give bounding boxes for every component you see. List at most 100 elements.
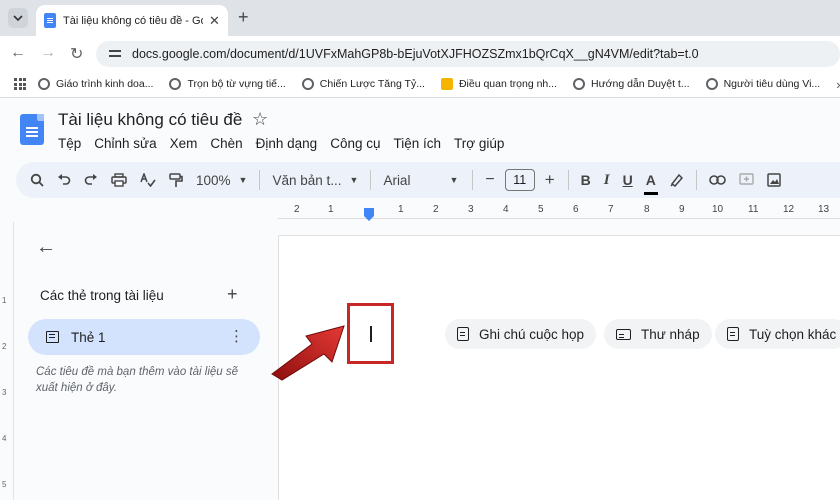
bold-button[interactable]: B — [581, 168, 591, 192]
document-tab-item[interactable]: Thẻ 1 ⋮ — [28, 319, 260, 355]
decrease-font-size-button[interactable]: − — [485, 168, 494, 192]
sidebar-heading: Các thẻ trong tài liệu — [40, 288, 164, 303]
ruler-number: 11 — [748, 204, 759, 215]
chip-label: Thư nháp — [641, 326, 700, 342]
more-options-icon[interactable]: ⋮ — [229, 327, 244, 345]
indent-marker[interactable] — [364, 208, 374, 221]
redo-button[interactable] — [84, 168, 98, 192]
globe-icon — [301, 78, 314, 90]
url-text[interactable]: docs.google.com/document/d/1UVFxMahGP8b-… — [132, 47, 699, 61]
add-comment-button[interactable] — [739, 168, 754, 192]
reload-button[interactable]: ↻ — [70, 44, 83, 64]
browser-tab-strip: Tài liệu không có tiêu đề - Goo ✕ + — [0, 0, 840, 36]
menu-tools[interactable]: Công cụ — [330, 136, 380, 151]
italic-button[interactable]: I — [604, 168, 610, 192]
ruler-number: 13 — [818, 204, 830, 215]
bookmark-item[interactable]: Hướng dẫn Duyệt t... — [573, 78, 690, 90]
insert-image-button[interactable] — [767, 168, 781, 192]
link-icon — [709, 175, 726, 185]
chip-label: Ghi chú cuộc họp — [479, 326, 585, 342]
bookmarks-bar: Giáo trình kinh doa... Trọn bộ từ vựng t… — [0, 71, 840, 98]
ruler-number: 8 — [644, 204, 650, 215]
meeting-notes-chip[interactable]: Ghi chú cuộc họp — [445, 319, 597, 349]
underline-button[interactable]: U — [623, 168, 633, 192]
bookmark-item[interactable]: Điều quan trọng nh... — [440, 78, 557, 90]
globe-icon — [573, 78, 586, 90]
ruler-number: 3 — [2, 388, 7, 397]
menu-format[interactable]: Định dạng — [256, 136, 318, 151]
ruler-number: 2 — [433, 204, 439, 215]
menu-edit[interactable]: Chỉnh sửa — [94, 136, 156, 151]
tab-search-button[interactable] — [8, 8, 28, 28]
close-tab-icon[interactable]: ✕ — [209, 13, 220, 29]
increase-font-size-button[interactable]: + — [545, 168, 555, 192]
star-icon[interactable]: ☆ — [252, 109, 268, 130]
bookmark-item[interactable]: Giáo trình kinh doa... — [38, 78, 153, 90]
document-tabs-sidebar: ← Các thẻ trong tài liệu + Thẻ 1 ⋮ Các t… — [16, 222, 266, 500]
menu-view[interactable]: Xem — [170, 136, 198, 151]
spellcheck-button[interactable] — [140, 168, 156, 192]
new-tab-button[interactable]: + — [238, 7, 249, 28]
close-sidebar-arrow-icon[interactable]: ← — [36, 236, 56, 259]
menu-extensions[interactable]: Tiện ích — [394, 136, 442, 151]
apps-grid-icon[interactable] — [14, 78, 26, 90]
style-value: Văn bản t... — [272, 172, 342, 188]
highlight-color-button[interactable] — [669, 168, 683, 192]
highlighter-pen-icon — [670, 173, 683, 187]
bookmark-item[interactable]: Người tiêu dùng Vi... — [705, 78, 820, 90]
add-comment-icon — [739, 172, 754, 185]
image-icon — [767, 173, 781, 187]
font-dropdown[interactable]: Arial ▼ — [383, 173, 458, 188]
style-dropdown[interactable]: Văn bản t... ▼ — [272, 173, 358, 188]
document-title[interactable]: Tài liệu không có tiêu đề — [58, 110, 242, 130]
font-size-input[interactable]: 11 — [504, 169, 535, 191]
paint-format-button[interactable] — [169, 168, 183, 192]
print-button[interactable] — [111, 168, 127, 192]
redo-icon — [84, 174, 97, 185]
red-arrow-annotation — [271, 325, 345, 381]
sidebar-hint-text: Các tiêu đề mà bạn thêm vào tài liệu sẽ … — [36, 366, 239, 394]
zoom-dropdown[interactable]: 100% ▼ — [196, 173, 247, 188]
forward-button[interactable]: → — [40, 44, 56, 62]
bookmark-item[interactable]: Chiến Lược Tăng Tỷ... — [301, 78, 425, 90]
document-page[interactable]: Ghi chú cuộc họp Thư nháp Tuỳ chọn khác — [278, 235, 840, 500]
spellcheck-icon — [140, 173, 156, 187]
toolbar-divider — [370, 170, 372, 190]
bookmarks-overflow-button[interactable]: » — [836, 77, 840, 92]
omnibox[interactable]: docs.google.com/document/d/1UVFxMahGP8b-… — [96, 41, 840, 67]
docs-header: Tài liệu không có tiêu đề ☆ Tệp Chỉnh sử… — [0, 98, 840, 160]
text-cursor — [370, 326, 372, 342]
print-icon — [111, 173, 127, 187]
menu-help[interactable]: Trợ giúp — [454, 136, 504, 151]
formatting-toolbar: 100% ▼ Văn bản t... ▼ Arial ▼ − 11 + B I… — [16, 162, 840, 198]
horizontal-ruler[interactable]: 2 1 1 2 3 4 5 6 7 8 9 10 11 12 13 — [278, 203, 840, 221]
menu-file[interactable]: Tệp — [58, 136, 81, 151]
undo-button[interactable] — [57, 168, 71, 192]
document-icon — [457, 327, 469, 341]
ruler-number: 4 — [503, 204, 509, 215]
menu-insert[interactable]: Chèn — [210, 136, 242, 151]
highlight-box — [347, 303, 394, 364]
ruler-number: 2 — [294, 204, 300, 215]
text-color-button[interactable]: A — [643, 168, 659, 195]
document-tab-label: Thẻ 1 — [71, 329, 106, 345]
add-tab-button[interactable]: + — [227, 284, 238, 305]
undo-icon — [58, 174, 71, 185]
back-button[interactable]: ← — [10, 44, 26, 62]
paint-format-icon — [169, 172, 183, 187]
ruler-number: 1 — [2, 296, 7, 305]
site-info-icon[interactable] — [108, 47, 122, 61]
caret-down-icon: ▼ — [349, 175, 359, 185]
more-options-chip[interactable]: Tuỳ chọn khác — [715, 319, 840, 349]
email-draft-chip[interactable]: Thư nháp — [604, 319, 712, 349]
search-icon — [30, 173, 44, 187]
ruler-number: 1 — [398, 204, 404, 215]
bookmark-item[interactable]: Trọn bộ từ vựng tiế... — [169, 78, 286, 90]
search-menus-button[interactable] — [30, 168, 44, 192]
browser-tab-active[interactable]: Tài liệu không có tiêu đề - Goo ✕ — [36, 5, 228, 36]
insert-link-button[interactable] — [709, 168, 726, 192]
zoom-value: 100% — [196, 172, 231, 188]
font-value: Arial — [383, 172, 411, 188]
email-icon — [616, 328, 631, 340]
google-docs-logo-icon[interactable] — [20, 114, 44, 145]
